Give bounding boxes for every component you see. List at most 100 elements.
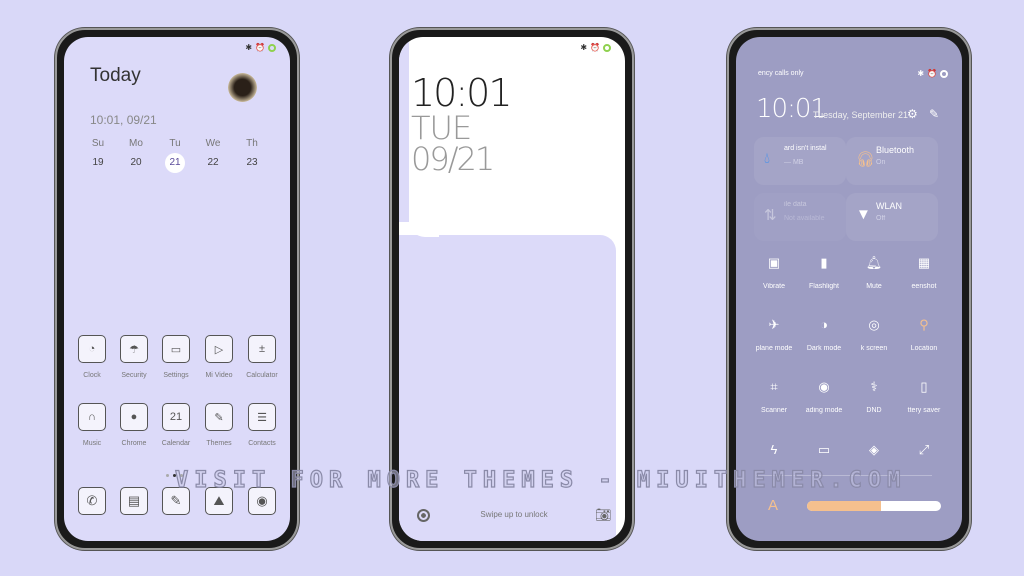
clock-icon: ◔ (88, 343, 96, 355)
mobile-data-icon: ⇅ (764, 207, 777, 224)
toggle-Vibrate[interactable]: ▣ Vibrate (749, 255, 799, 290)
app-music[interactable]: ∩ (78, 403, 106, 431)
toggle-label: Flashlight (809, 283, 839, 290)
date-22[interactable]: 22 (203, 153, 223, 173)
toggle-label: Mute (866, 283, 882, 290)
tile-data-drop[interactable]: 💧︎ ard isn't instal — MB (754, 137, 846, 185)
notes-icon: ✎ (170, 493, 182, 508)
cc-date: Tuesday, September 21 (813, 110, 909, 120)
avatar[interactable] (228, 73, 257, 102)
app-chrome[interactable]: ● (120, 403, 148, 431)
app-calculator[interactable]: ± (248, 335, 276, 363)
toggle-Dark-mode[interactable]: ◑ Dark mode (799, 317, 849, 352)
toggle-power[interactable]: ϟ (749, 442, 799, 460)
brightness-slider[interactable] (807, 501, 941, 511)
lock-date: 09/21 (411, 140, 495, 178)
toggle-label: Scanner (760, 407, 788, 414)
date-19[interactable]: 19 (88, 153, 108, 173)
settings-icon[interactable]: ⚙ (907, 107, 918, 121)
umbrella-icon: ☂ (129, 343, 139, 356)
tile-title: WLAN (876, 201, 903, 211)
date-20[interactable]: 20 (126, 153, 146, 173)
headphones-icon: ∩ (88, 411, 96, 423)
battery-icon: ▯ (920, 379, 928, 394)
battery-ring-icon (268, 43, 276, 52)
toggle-plane-mode[interactable]: ✈ plane mode (749, 317, 799, 352)
resize-icon: ⤢ (918, 442, 930, 457)
toggle-DND[interactable]: ⚕ DND (849, 379, 899, 414)
app-mi-video[interactable]: ▷ (205, 335, 233, 363)
cast-icon: ▭ (817, 442, 831, 457)
bluetooth-icon: ✱ (245, 43, 253, 52)
alarm-icon: ⏰ (255, 43, 265, 52)
toggle-eenshot[interactable]: ▦ eenshot (899, 255, 949, 290)
app-label: Calculator (246, 372, 278, 379)
edit-icon[interactable]: ✎ (929, 107, 939, 121)
toggle-resize[interactable]: ⤢ (899, 442, 949, 460)
toggle-cast[interactable]: ▭ (799, 442, 849, 460)
widget-title: Today (90, 65, 141, 86)
home-screen: ✱ ⏰ Today 10:01, 09/21 Su 19 Mo 20 Tu 21 We 22 Th… (64, 37, 290, 541)
watermark: VISIT FOR MORE THEMES - MIUITHEMER.COM (174, 467, 907, 493)
app-themes[interactable]: ✎ (205, 403, 233, 431)
status-bar: ✱ ⏰ (245, 43, 276, 52)
toggle-Scanner[interactable]: ⌗ Scanner (749, 379, 799, 414)
app-label: Contacts (248, 440, 276, 447)
tile-title: ile data (784, 201, 807, 208)
contact-icon: ☰ (257, 411, 267, 424)
weekday-label: We (205, 138, 221, 149)
status-bar: ✱ ⏰ (580, 43, 611, 52)
bell-icon: 🔔︎ (865, 255, 883, 270)
tile-wifi[interactable]: ▼ WLAN Off (846, 193, 938, 241)
toggle-ttery-saver[interactable]: ▯ ttery saver (899, 379, 949, 414)
toggle-Flashlight[interactable]: ▮ Flashlight (799, 255, 849, 290)
gallery-icon: ⛰ (213, 493, 225, 508)
weekday-label: Th (246, 138, 258, 149)
app-clock[interactable]: ◔ (78, 335, 106, 363)
tile-headphones[interactable]: 🎧︎ Bluetooth On (846, 137, 938, 185)
date-23[interactable]: 23 (242, 153, 262, 173)
brightness-icon: A (768, 497, 779, 514)
screenshot-icon: ▦ (917, 255, 931, 270)
dock-messages[interactable]: ▤ (120, 487, 148, 515)
link-icon: ◈ (869, 442, 879, 457)
toggle-label: DND (866, 407, 882, 414)
weekday-label: Mo (129, 138, 143, 149)
power-icon: ϟ (770, 442, 778, 457)
tile-status: On (876, 159, 886, 166)
tile-title: ard isn't instal (784, 145, 827, 152)
app-settings[interactable]: ▭ (162, 335, 190, 363)
brush-icon: ✎ (214, 411, 224, 424)
headphones-icon: 🎧︎ (856, 151, 876, 168)
lock-screen: ✱ ⏰ 10:01 TUE 09/21 Swipe up to unlock 📷︎ (399, 37, 625, 541)
camera-icon: ◉ (256, 493, 268, 508)
data-drop-icon: 💧︎ (764, 150, 771, 167)
app-calendar[interactable]: 21 (162, 403, 190, 431)
weekday-label: Su (91, 138, 105, 149)
toggle-k-screen[interactable]: ◎ k screen (849, 317, 899, 352)
app-contacts[interactable]: ☰ (248, 403, 276, 431)
play-icon: ▷ (214, 343, 224, 356)
toggle-label: plane mode (755, 345, 793, 352)
tile-status: Not available (784, 215, 825, 222)
app-security[interactable]: ☂ (120, 335, 148, 363)
dark-mode-icon: ◑ (820, 317, 828, 332)
calculator-icon: ± (258, 343, 266, 355)
flashlight-icon: ▮ (820, 255, 828, 270)
toggle-link[interactable]: ◈ (849, 442, 899, 460)
toggle-Location[interactable]: ⚲ Location (899, 317, 949, 352)
dock-phone[interactable]: ✆ (78, 487, 106, 515)
toggle-label: ttery saver (907, 407, 941, 414)
wifi-icon: ▼ (856, 206, 871, 223)
toggle-ading-mode[interactable]: ◉ ading mode (799, 379, 849, 414)
tile-mobile-data[interactable]: ⇅ ile data Not available (754, 193, 846, 241)
date-21[interactable]: 21 (165, 153, 185, 173)
toggle-icon: ▭ (170, 343, 182, 356)
toggle-label: ading mode (805, 407, 843, 414)
dnd-icon: ⚕ (870, 379, 878, 394)
assistant-icon[interactable] (417, 509, 430, 522)
camera-icon[interactable]: 📷︎ (595, 507, 612, 523)
widget-datetime: 10:01, 09/21 (90, 113, 157, 127)
calendar-icon: 21 (169, 411, 183, 423)
toggle-Mute[interactable]: 🔔︎ Mute (849, 255, 899, 290)
